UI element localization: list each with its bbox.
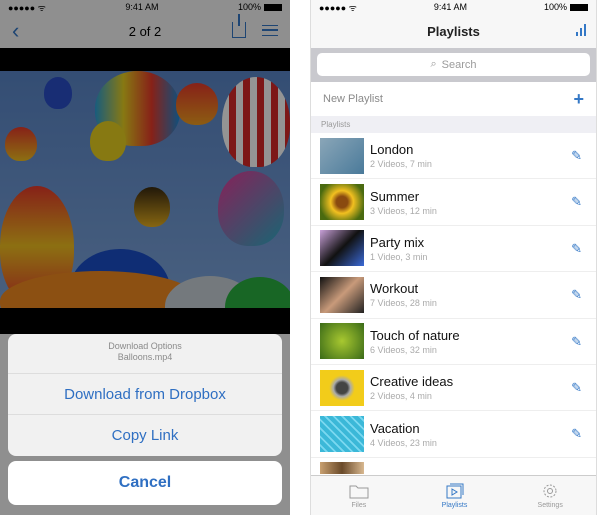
search-input[interactable]: ⌕ Search [317, 53, 590, 76]
tab-label: Files [351, 501, 367, 509]
playlist-thumbnail [320, 461, 364, 474]
list-item[interactable]: Creative ideas 2 Videos, 4 min ✎ [311, 365, 596, 412]
pencil-icon[interactable]: ✎ [571, 241, 582, 257]
folder-icon [349, 485, 369, 498]
pencil-icon[interactable]: ✎ [571, 194, 582, 210]
playlist-thumbnail [320, 416, 364, 453]
pencil-icon[interactable]: ✎ [571, 380, 582, 396]
list-item[interactable]: Vacation 4 Videos, 23 min ✎ [311, 411, 596, 458]
action-sheet-filename: Balloons.mp4 [117, 352, 173, 362]
playlist-thumbnail [320, 276, 364, 313]
playlist-meta: 3 Videos, 12 min [370, 205, 437, 216]
playlist-meta: 2 Videos, 7 min [370, 159, 432, 170]
pencil-icon[interactable]: ✎ [571, 426, 582, 442]
playlist-list: London 2 Videos, 7 min ✎ Summer 3 Videos, 1… [311, 133, 596, 478]
action-sheet-header: Download Options Balloons.mp4 [8, 334, 282, 374]
tab-bar: Files Playlists Settings [311, 475, 596, 515]
pencil-icon[interactable]: ✎ [571, 148, 582, 164]
playlist-title: Party mix [370, 234, 425, 250]
action-sheet: Download Options Balloons.mp4 Download f… [8, 334, 282, 456]
plus-icon[interactable]: + [573, 89, 584, 110]
copy-link-button[interactable]: Copy Link [8, 415, 282, 456]
pencil-icon[interactable]: ✎ [571, 287, 582, 303]
search-container: ⌕ Search [311, 48, 596, 82]
search-placeholder: Search [441, 58, 477, 71]
playlist-meta: 7 Videos, 28 min [370, 298, 437, 309]
action-sheet-title: Download Options [108, 341, 182, 351]
list-item[interactable]: London 2 Videos, 7 min ✎ [311, 133, 596, 180]
playlist-meta: 6 Videos, 32 min [370, 344, 437, 355]
pencil-icon[interactable]: ✎ [571, 334, 582, 350]
battery-indicator: 100% [544, 2, 588, 12]
signal-indicator: ●●●●● ᯤ [319, 2, 357, 13]
playlist-thumbnail [320, 369, 364, 406]
playlist-thumbnail [320, 323, 364, 360]
playlist-meta: 2 Videos, 4 min [370, 391, 432, 402]
playlist-icon [446, 483, 463, 498]
playlists-screen: ●●●●● ᯤ 9:41 AM 100% Playlists ⌕ Search … [310, 0, 597, 515]
gear-icon [543, 484, 557, 497]
tab-files[interactable]: Files [311, 476, 407, 515]
list-item[interactable]: Touch of nature 6 Videos, 32 min ✎ [311, 319, 596, 365]
playlist-meta: 1 Video, 3 min [370, 251, 428, 262]
playlist-title: Vacation [370, 420, 420, 436]
tab-settings[interactable]: Settings [502, 476, 596, 515]
new-playlist-row[interactable]: New Playlist + [311, 82, 596, 116]
download-from-dropbox-button[interactable]: Download from Dropbox [8, 374, 282, 415]
status-time: 9:41 AM [433, 2, 467, 12]
section-header: Playlists [311, 116, 596, 133]
battery-icon [570, 4, 588, 12]
video-viewer-screen: ●●●●● ᯤ 9:41 AM 100% ‹ 2 of 2 Download O… [0, 0, 290, 515]
page-title: Playlists [427, 23, 480, 39]
tab-label: Playlists [441, 501, 468, 509]
playlist-thumbnail [320, 184, 364, 221]
nav-bar: Playlists [311, 14, 596, 48]
playlist-title: London [370, 142, 414, 158]
playlist-thumbnail [320, 230, 364, 267]
playlist-title: Workout [370, 281, 419, 297]
list-item[interactable]: Workout 7 Videos, 28 min ✎ [311, 272, 596, 319]
list-item[interactable]: Party mix 1 Video, 3 min ✎ [311, 226, 596, 273]
tab-playlists[interactable]: Playlists [407, 476, 503, 515]
search-icon: ⌕ [430, 58, 437, 70]
playlist-title: Summer [370, 188, 420, 204]
playlist-meta: 4 Videos, 23 min [370, 437, 437, 448]
status-bar: ●●●●● ᯤ 9:41 AM 100% [311, 0, 596, 14]
new-playlist-label: New Playlist [323, 93, 383, 105]
playlist-title: Touch of nature [370, 327, 460, 343]
playlist-title: Creative ideas [370, 374, 454, 390]
bars-icon[interactable] [576, 24, 586, 36]
list-item[interactable]: Summer 3 Videos, 12 min ✎ [311, 179, 596, 226]
tab-label: Settings [537, 501, 563, 509]
cancel-button[interactable]: Cancel [8, 461, 282, 505]
playlist-thumbnail [320, 137, 364, 174]
